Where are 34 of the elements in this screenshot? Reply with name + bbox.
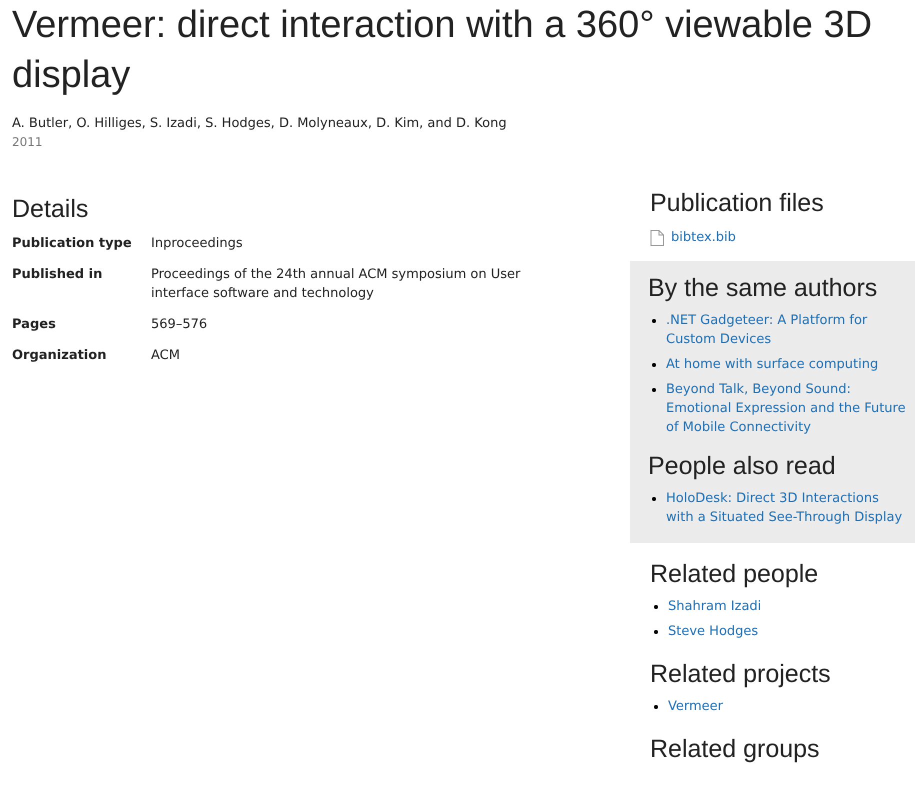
related-link[interactable]: .NET Gadgeteer: A Platform for Custom Devices [666, 311, 909, 349]
detail-value: 569–576 [151, 316, 208, 334]
bullet-icon [654, 605, 658, 609]
section-heading: Publication files [650, 188, 825, 218]
section-heading: Related projects [650, 659, 832, 689]
file-link[interactable]: bibtex.bib [671, 228, 736, 247]
bullet-icon [654, 630, 658, 634]
authors-text: A. Butler, O. Hilliges, S. Izadi, S. Hodges, D. Molyneaux, D. Kim, and D. Kong [12, 115, 508, 133]
related-link[interactable]: Beyond Talk, Beyond Sound: Emotional Expression and the Future of Mobile Connectivity [666, 380, 909, 437]
year-text: 2011 [12, 134, 44, 151]
bullet-icon [654, 705, 658, 709]
detail-label: Organization [12, 347, 108, 365]
section-heading: Related groups [650, 734, 821, 764]
section-heading: By the same authors [648, 273, 878, 303]
bullet-icon [652, 497, 656, 501]
detail-label: Pages [12, 316, 57, 334]
bullet-icon [652, 388, 656, 392]
detail-label: Published in [12, 266, 104, 284]
details-heading: Details [12, 194, 90, 224]
related-link[interactable]: HoloDesk: Direct 3D Interactions with a Situated See-Through Display [666, 489, 909, 527]
section-heading: People also read [648, 451, 837, 481]
related-link[interactable]: Shahram Izadi [668, 597, 762, 616]
section-heading: Related people [650, 559, 820, 589]
detail-label: Publication type [12, 235, 133, 253]
page-title: Vermeer: direct interaction with a 360° viewable 3D display [12, 3, 874, 98]
related-link[interactable]: At home with surface computing [666, 355, 878, 374]
file-icon [650, 230, 664, 246]
detail-value: ACM [151, 347, 181, 365]
bullet-icon [652, 319, 656, 323]
related-link[interactable]: Steve Hodges [668, 622, 758, 641]
bullet-icon [652, 363, 656, 367]
related-link[interactable]: Vermeer [668, 697, 724, 716]
detail-value: Proceedings of the 24th annual ACM symposium on User interface software and technology [151, 266, 522, 303]
detail-value: Inproceedings [151, 235, 244, 253]
